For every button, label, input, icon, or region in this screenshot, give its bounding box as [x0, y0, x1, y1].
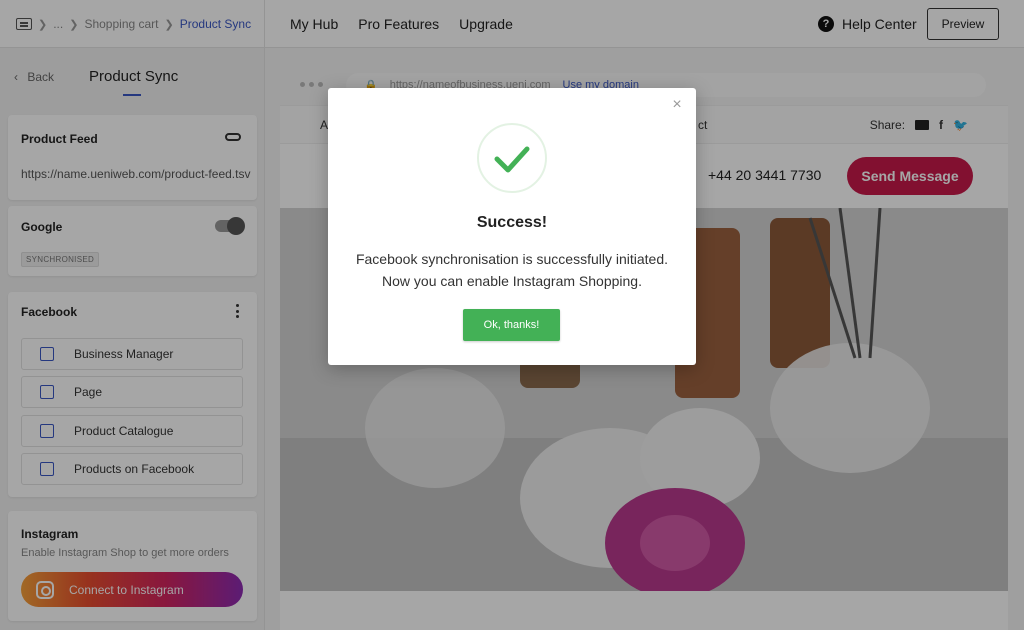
success-check-icon — [477, 123, 547, 193]
modal-message-line: Now you can enable Instagram Shopping. — [382, 273, 642, 289]
modal-title: Success! — [476, 214, 548, 231]
close-icon[interactable]: × — [668, 96, 686, 114]
ok-thanks-button[interactable]: Ok, thanks! — [463, 309, 560, 341]
success-modal: × Success! Facebook synchronisation is s… — [328, 88, 696, 365]
modal-message: Facebook synchronisation is successfully… — [328, 248, 696, 292]
modal-message-line: Facebook synchronisation is successfully… — [355, 251, 669, 267]
